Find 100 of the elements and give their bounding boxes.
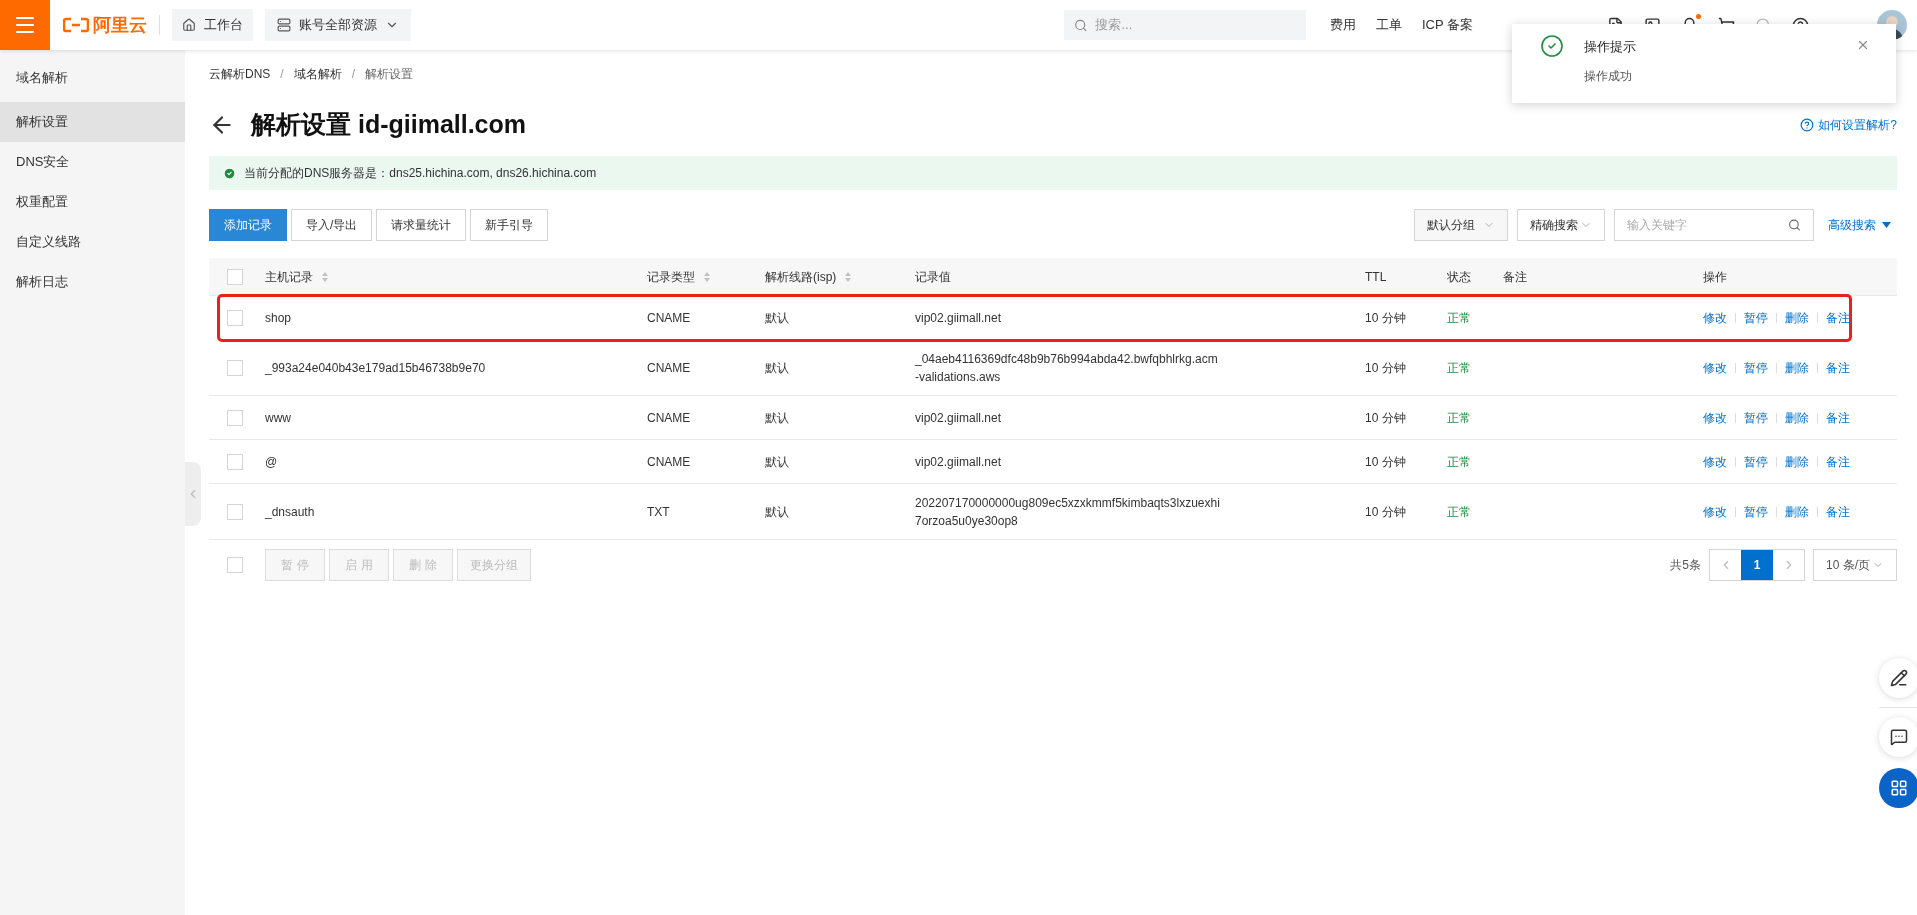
row-action-link[interactable]: 修改 [1703,408,1727,427]
sort-icon[interactable] [321,270,329,283]
row-action-link[interactable]: 备注 [1826,358,1850,377]
checkbox[interactable] [227,409,243,426]
table-cell: CNAME [647,410,691,425]
nav-link[interactable]: 费用 [1329,15,1356,35]
sort-icon[interactable] [844,270,853,283]
row-action-link[interactable]: 修改 [1703,452,1727,471]
status-text: 正常 [1447,410,1471,425]
row-action-link[interactable]: 暂停 [1744,308,1768,327]
column-header: TTL [1365,268,1387,286]
row-action-link[interactable]: 暂停 [1744,452,1768,471]
sidebar-item[interactable]: 解析设置 [0,102,185,142]
caret-down-icon [1882,221,1891,228]
logo-text[interactable]: 阿里云 [93,11,147,39]
check-circle-icon [1540,34,1564,58]
sort-icon[interactable] [703,270,711,283]
toolbar-button[interactable]: 导入/导出 [291,208,373,241]
nav-link[interactable]: ICP 备案 [1421,15,1473,35]
checkbox[interactable] [227,503,243,520]
table-cell-text: vip02.giimall.net [915,409,1003,427]
close-icon[interactable] [1856,38,1870,52]
column-header: 记录类型 [647,268,695,286]
row-action-link[interactable]: 备注 [1826,408,1850,427]
apps-float-button[interactable] [1879,768,1917,808]
server-icon [277,18,291,32]
table-cell-text: vip02.giimall.net [915,453,1003,471]
table-cell-text: 7orzoa5u0ye30op8 [915,512,1019,530]
table-cell: _993a24e040b43e179ad15b46738b9e70 [265,360,486,375]
status-text: 正常 [1447,454,1471,469]
help-link[interactable]: 如何设置解析? [1818,116,1897,134]
column-header: 状态 [1447,268,1471,286]
row-action-link[interactable]: 删除 [1785,502,1809,521]
row-action-link[interactable]: 修改 [1703,308,1727,327]
resources-dropdown[interactable]: 账号全部资源 [265,9,411,41]
chat-icon [1890,728,1908,746]
status-text: 正常 [1447,360,1471,375]
checkbox[interactable] [227,453,243,470]
toolbar-button[interactable]: 新手引导 [470,208,549,241]
table-cell-text: _04aeb4116369dfc48b9b76b994abda42.bwfqbhlrkg.acm [915,350,1219,368]
table-cell: 默认 [765,310,789,325]
table-cell: 默认 [765,410,789,425]
table-cell: CNAME [647,310,691,325]
help-icon [1800,118,1815,132]
nav-link[interactable]: 工单 [1375,15,1402,35]
row-action-link[interactable]: 删除 [1785,408,1809,427]
row-action-link[interactable]: 备注 [1826,308,1850,327]
table-cell: 10 分钟 [1365,410,1406,425]
column-header: 记录值 [915,268,951,286]
row-action-link[interactable]: 修改 [1703,358,1727,377]
search-icon [1073,17,1088,33]
column-header: 备注 [1503,268,1527,286]
row-action-link[interactable]: 删除 [1785,358,1809,377]
advanced-search-link[interactable]: 高级搜索 [1828,215,1876,234]
collapse-handle[interactable] [185,462,201,526]
row-action-link[interactable]: 暂停 [1744,358,1768,377]
search-mode-dropdown[interactable]: 精确搜索 [1517,208,1605,241]
sidebar-item[interactable]: 自定义线路 [0,222,185,262]
breadcrumb-separator: / [351,66,356,83]
row-action-link[interactable]: 暂停 [1744,408,1768,427]
sidebar-item[interactable]: 域名解析 [0,54,185,102]
toolbar-button[interactable]: 请求量统计 [376,208,467,241]
checkbox[interactable] [227,359,243,376]
column-header: 操作 [1703,268,1727,286]
breadcrumb-separator: / [280,66,284,83]
home-icon [182,18,196,32]
row-action-link[interactable]: 删除 [1785,308,1809,327]
row-action-link[interactable]: 备注 [1826,502,1850,521]
breadcrumb-link[interactable]: 域名解析 [293,65,342,83]
edit-float-button[interactable] [1879,658,1917,698]
check-circle-icon [223,166,236,180]
group-dropdown[interactable]: 默认分组 [1414,208,1508,241]
search-field[interactable]: 搜索... [1095,15,1296,35]
page-button[interactable]: 1 [1741,550,1773,580]
row-action-link[interactable]: 修改 [1703,502,1727,521]
pencil-icon [1890,669,1908,687]
keyword-field[interactable]: 输入关键字 [1627,215,1789,234]
sidebar-item[interactable]: DNS安全 [0,142,185,182]
alert-text: 当前分配的DNS服务器是：dns25.hichina.com, dns26.hichina.com [244,165,597,182]
toolbar-button[interactable]: 添加记录 [209,208,287,241]
workbench-button[interactable]: 工作台 [172,9,253,41]
table-cell: 默认 [765,504,789,519]
sidebar-item[interactable]: 解析日志 [0,262,185,302]
keyword-box[interactable]: 输入关键字 [1614,208,1814,241]
status-text: 正常 [1447,504,1471,519]
sidebar-item[interactable]: 权重配置 [0,182,185,222]
table-cell: 默认 [765,360,789,375]
row-action-link[interactable]: 暂停 [1744,502,1768,521]
breadcrumb-link[interactable]: 云解析DNS [209,65,271,83]
breadcrumb-current: 解析设置 [365,66,414,83]
row-action-link[interactable]: 备注 [1826,452,1850,471]
chat-float-button[interactable] [1879,717,1917,757]
table-cell: @ [265,454,278,469]
search-box[interactable]: 搜索... [1063,10,1306,40]
table-cell: www [265,410,291,425]
page-size-dropdown[interactable]: 10 条/页 [1813,549,1897,581]
table-cell: 10 分钟 [1365,310,1406,325]
checkbox[interactable] [227,309,243,326]
row-action-link[interactable]: 删除 [1785,452,1809,471]
menu-button[interactable] [0,0,50,50]
